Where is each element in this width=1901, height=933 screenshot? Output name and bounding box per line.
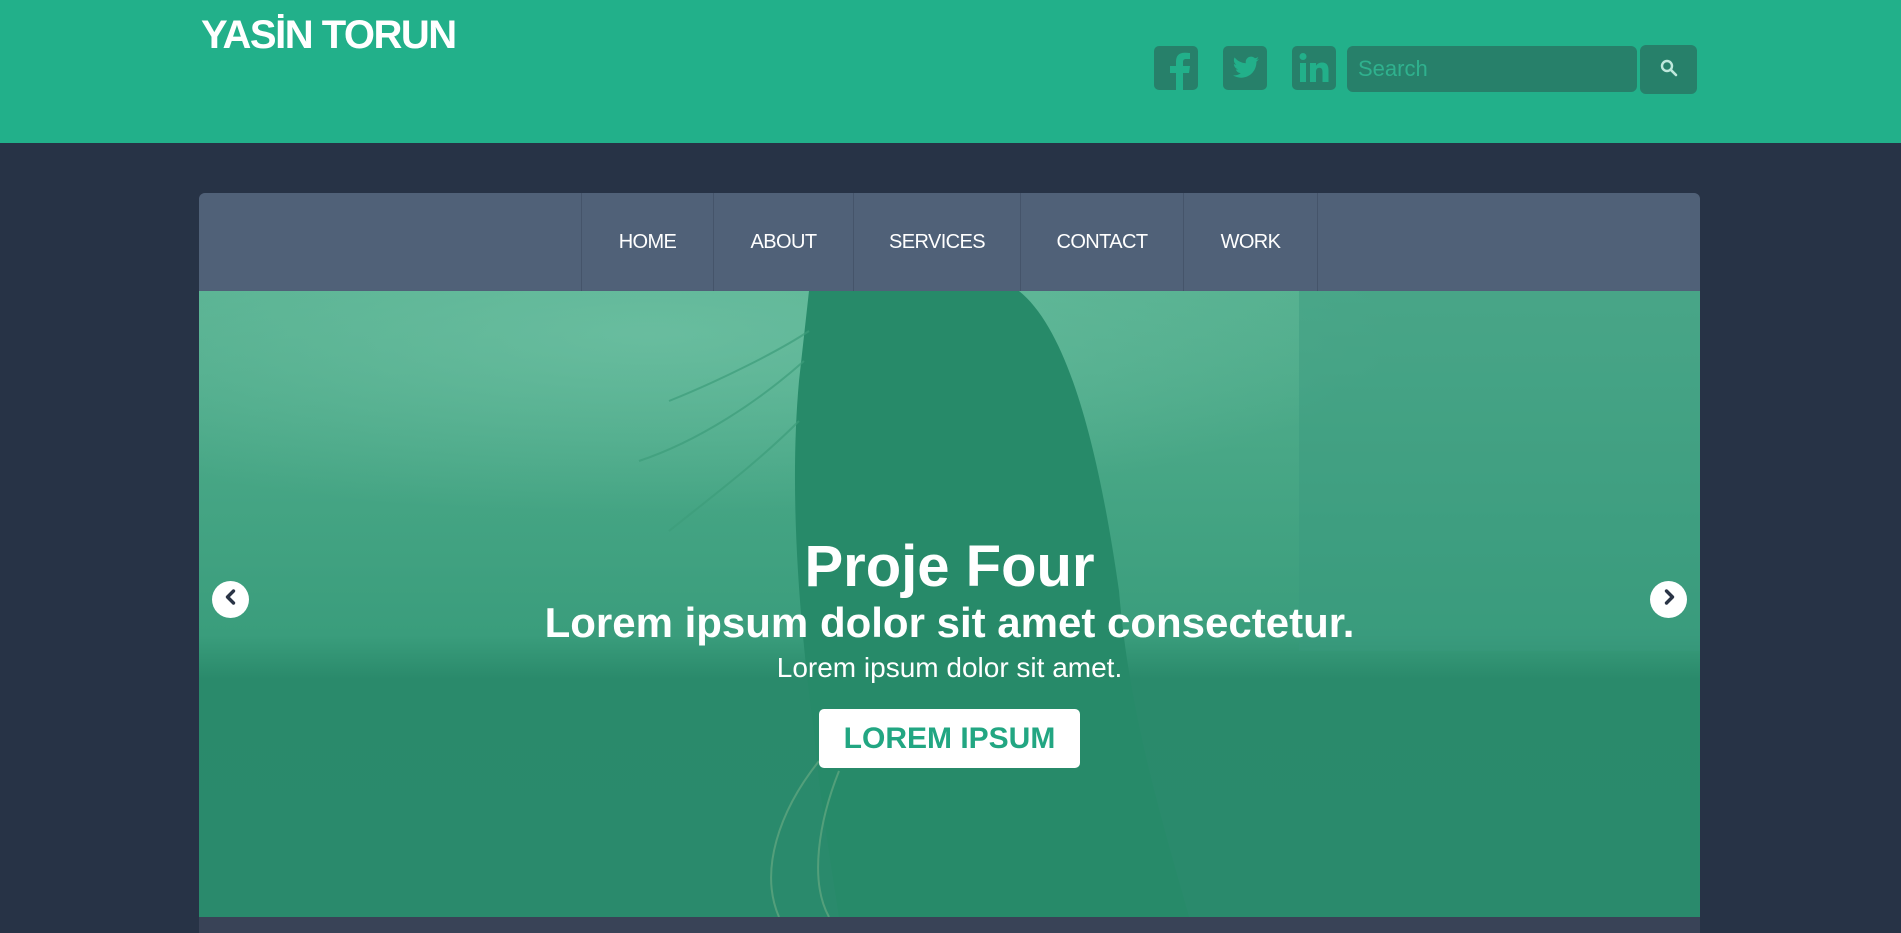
search-input[interactable] <box>1347 46 1637 92</box>
linkedin-icon[interactable] <box>1291 45 1337 91</box>
slide-caption: Proje Four Lorem ipsum dolor sit amet co… <box>199 534 1700 768</box>
slide-title: Proje Four <box>804 534 1095 599</box>
nav-item-services[interactable]: SERVICES <box>854 193 1021 291</box>
slide-subtitle: Lorem ipsum dolor sit amet consectetur. <box>544 599 1355 646</box>
slide-cta-button[interactable]: LOREM IPSUM <box>818 709 1081 768</box>
search-button[interactable] <box>1640 45 1697 94</box>
search-icon <box>1660 59 1678 80</box>
hero-slider: Proje Four Lorem ipsum dolor sit amet co… <box>199 291 1700 917</box>
main-nav: HOME ABOUT SERVICES CONTACT WORK <box>199 193 1700 291</box>
nav-item-home[interactable]: HOME <box>582 193 714 291</box>
site-logo[interactable]: YASİN TORUN <box>201 12 457 58</box>
slide-text: Lorem ipsum dolor sit amet. <box>776 652 1123 683</box>
nav-item-contact[interactable]: CONTACT <box>1021 193 1184 291</box>
nav-item-about[interactable]: ABOUT <box>714 193 854 291</box>
top-header: YASİN TORUN <box>0 0 1901 143</box>
nav-list: HOME ABOUT SERVICES CONTACT WORK <box>581 193 1318 291</box>
twitter-icon[interactable] <box>1222 45 1268 91</box>
facebook-icon[interactable] <box>1153 45 1199 91</box>
nav-item-work[interactable]: WORK <box>1184 193 1318 291</box>
main-panel: HOME ABOUT SERVICES CONTACT WORK Proje F… <box>199 193 1700 933</box>
panel-bottom-strip <box>199 917 1700 933</box>
